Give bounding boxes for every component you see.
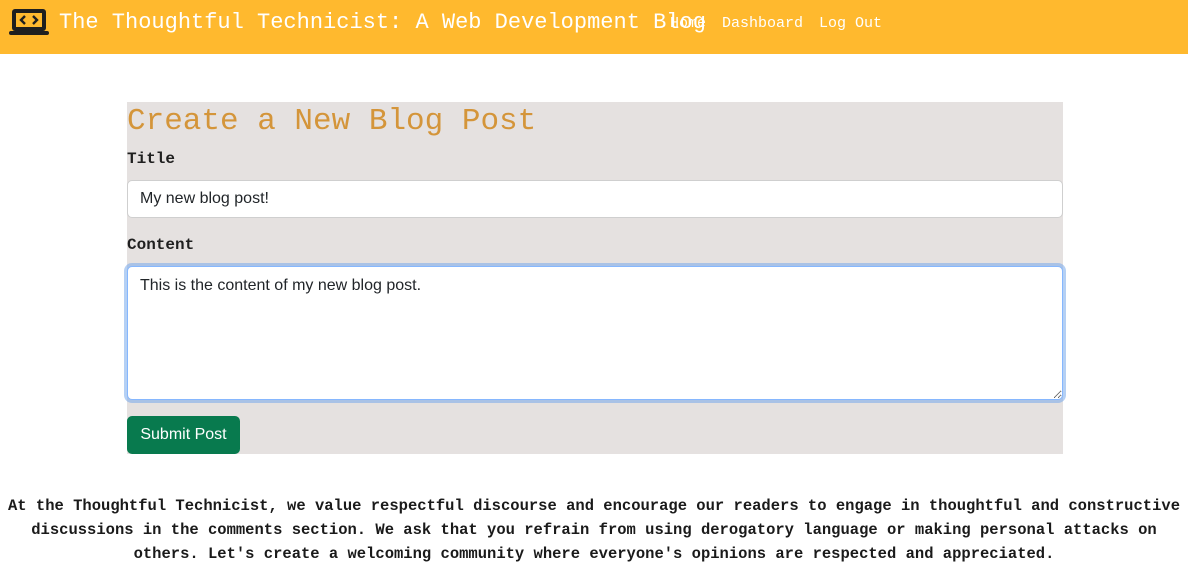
nav-link-home[interactable]: Home (670, 15, 706, 32)
laptop-code-icon[interactable] (9, 9, 49, 37)
navbar: The Thoughtful Technicist: A Web Develop… (0, 0, 1188, 54)
content-textarea[interactable]: This is the content of my new blog post. (127, 266, 1063, 400)
content-label: Content (127, 236, 195, 254)
title-input[interactable] (127, 180, 1063, 218)
site-brand[interactable]: The Thoughtful Technicist: A Web Develop… (59, 10, 706, 35)
nav-link-dashboard[interactable]: Dashboard (722, 15, 803, 32)
nav-links: Home Dashboard Log Out (670, 15, 882, 32)
submit-post-button[interactable]: Submit Post (127, 416, 240, 454)
page-title: Create a New Blog Post (127, 104, 537, 139)
community-guidelines-note: At the Thoughtful Technicist, we value r… (8, 497, 1180, 563)
new-post-form: Create a New Blog Post Title Content Thi… (127, 102, 1063, 454)
title-label: Title (127, 150, 176, 168)
nav-link-logout[interactable]: Log Out (819, 15, 882, 32)
